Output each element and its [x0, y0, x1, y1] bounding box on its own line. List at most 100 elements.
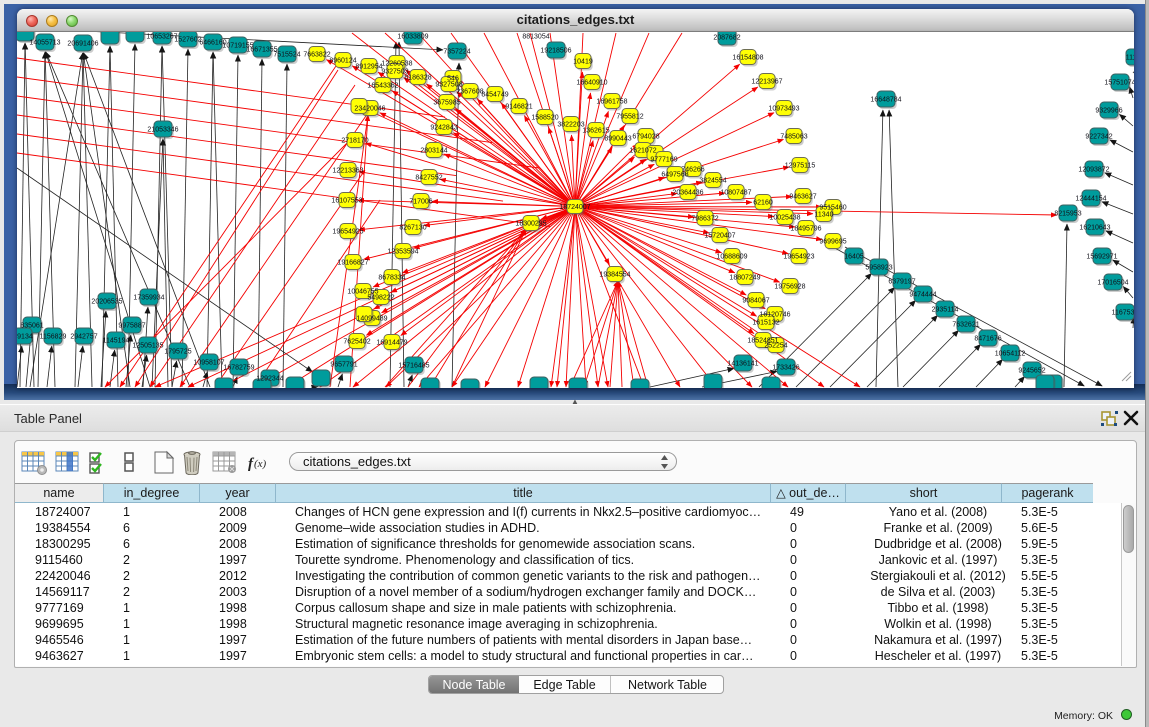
svg-text:15692971: 15692971 — [1086, 254, 1117, 261]
svg-text:12260538: 12260538 — [381, 61, 412, 68]
svg-text:19218506: 19218506 — [540, 48, 571, 55]
svg-text:9227342: 9227342 — [1085, 134, 1112, 141]
svg-text:10654112: 10654112 — [995, 351, 1026, 358]
svg-text:10973493: 10973493 — [768, 106, 799, 113]
svg-text:17359934: 17359934 — [133, 295, 164, 302]
svg-text:9245652: 9245652 — [1018, 368, 1045, 375]
svg-text:8471676: 8471676 — [974, 336, 1001, 343]
svg-text:9699695: 9699695 — [819, 239, 846, 246]
svg-text:19166827: 19166827 — [337, 260, 368, 267]
svg-text:9084067: 9084067 — [742, 298, 769, 305]
svg-text:252254: 252254 — [764, 343, 787, 350]
svg-text:1145194: 1145194 — [103, 338, 130, 345]
svg-text:17016504: 17016504 — [1097, 280, 1128, 287]
svg-text:11174: 11174 — [1126, 55, 1134, 62]
svg-text:7663822: 7663822 — [303, 52, 330, 59]
svg-text:18807249: 18807249 — [729, 275, 760, 282]
svg-text:2087682: 2087682 — [713, 35, 740, 42]
svg-text:12505135: 12505135 — [132, 343, 163, 350]
svg-text:14099489: 14099489 — [356, 316, 387, 323]
svg-text:8186328: 8186328 — [404, 75, 431, 82]
svg-text:9474444: 9474444 — [909, 292, 936, 299]
svg-text:16210643: 16210643 — [1079, 225, 1110, 232]
svg-text:16120746: 16120746 — [759, 312, 790, 319]
svg-text:9327508: 9327508 — [435, 82, 462, 89]
svg-text:1292344: 1292344 — [256, 376, 283, 383]
svg-text:12975115: 12975115 — [785, 163, 816, 170]
svg-text:10419: 10419 — [573, 59, 593, 66]
svg-text:18300295: 18300295 — [515, 221, 546, 228]
svg-text:39134: 39134 — [17, 334, 33, 341]
svg-text:(x): (x) — [254, 458, 267, 470]
svg-text:16107553: 16107553 — [331, 198, 362, 205]
svg-text:7955812: 7955812 — [616, 114, 643, 121]
svg-text:7357224: 7357224 — [443, 49, 470, 56]
svg-text:10958107: 10958107 — [193, 360, 224, 367]
svg-text:8912954: 8912954 — [355, 64, 382, 71]
svg-text:16648784: 16648784 — [870, 97, 901, 104]
svg-text:20206535: 20206535 — [91, 299, 122, 306]
svg-text:16961758: 16961758 — [596, 99, 627, 106]
svg-text:14136141: 14136141 — [727, 361, 758, 368]
svg-text:16914479: 16914479 — [376, 340, 407, 347]
svg-text:19384554: 19384554 — [599, 272, 630, 279]
svg-text:10807487: 10807487 — [720, 190, 751, 197]
svg-text:12353594: 12353594 — [387, 249, 418, 256]
svg-text:7515524: 7515524 — [273, 52, 300, 59]
svg-text:12093872: 12093872 — [1078, 167, 1109, 174]
svg-text:1527602: 1527602 — [174, 37, 201, 44]
svg-text:1167533: 1167533 — [1112, 310, 1134, 317]
svg-text:9463627: 9463627 — [789, 194, 816, 201]
svg-text:10688609: 10688609 — [716, 254, 747, 261]
svg-text:1156829: 1156829 — [40, 334, 67, 341]
svg-text:3675985: 3675985 — [433, 100, 460, 107]
svg-text:9515460: 9515460 — [819, 205, 846, 212]
svg-text:1733426: 1733426 — [772, 365, 799, 372]
svg-text:1621072: 1621072 — [629, 148, 656, 155]
svg-text:23420046: 23420046 — [354, 106, 385, 113]
svg-text:8990443: 8990443 — [604, 136, 631, 143]
svg-text:8215953: 8215953 — [1054, 211, 1081, 218]
svg-text:7625402: 7625402 — [343, 339, 370, 346]
svg-text:2935114: 2935114 — [932, 307, 959, 314]
svg-text:12213363: 12213363 — [332, 168, 363, 175]
svg-text:1362615: 1362615 — [582, 128, 609, 135]
svg-text:62160: 62160 — [753, 200, 773, 207]
svg-text:21053346: 21053346 — [147, 127, 178, 134]
svg-text:9329966: 9329966 — [1095, 108, 1122, 115]
svg-text:7632621: 7632621 — [952, 322, 979, 329]
svg-text:8960124: 8960124 — [329, 58, 356, 65]
svg-text:7485063: 7485063 — [780, 134, 807, 141]
svg-text:14055713: 14055713 — [29, 40, 60, 47]
svg-text:20364436: 20364436 — [672, 190, 703, 197]
svg-text:2367608: 2367608 — [456, 89, 483, 96]
svg-text:8678334: 8678334 — [378, 275, 405, 282]
svg-text:18495796: 18495796 — [790, 226, 821, 233]
svg-text:9657791: 9657791 — [330, 362, 357, 369]
svg-text:2803144: 2803144 — [420, 148, 447, 155]
svg-text:10025438: 10025438 — [769, 215, 800, 222]
svg-text:8813054: 8813054 — [522, 34, 549, 41]
svg-text:1615132: 1615132 — [752, 320, 779, 327]
svg-text:16154808: 16154808 — [732, 55, 763, 62]
svg-text:1795725: 1795725 — [164, 349, 191, 356]
svg-text:8427552: 8427552 — [415, 175, 442, 182]
svg-text:18724007: 18724007 — [559, 204, 590, 211]
svg-text:3822203: 3822203 — [557, 122, 584, 129]
svg-text:5498222: 5498222 — [367, 295, 394, 302]
svg-text:6794028: 6794028 — [632, 134, 659, 141]
svg-text:19654923: 19654923 — [783, 254, 814, 261]
svg-text:8267130: 8267130 — [399, 225, 426, 232]
svg-text:16543362: 16543362 — [367, 83, 398, 90]
svg-text:7986372: 7986372 — [691, 216, 718, 223]
svg-text:19654925: 19654925 — [332, 229, 363, 236]
svg-text:10653267: 10653267 — [146, 34, 177, 41]
svg-text:15716485: 15716485 — [398, 363, 429, 370]
svg-text:1588520: 1588520 — [531, 115, 558, 122]
svg-text:12444154: 12444154 — [1075, 196, 1106, 203]
svg-text:16405: 16405 — [844, 254, 864, 261]
svg-text:6497568: 6497568 — [661, 172, 688, 179]
svg-text:3824554: 3824554 — [699, 178, 726, 185]
svg-text:20691406: 20691406 — [67, 41, 98, 48]
svg-text:9975887: 9975887 — [118, 323, 145, 330]
